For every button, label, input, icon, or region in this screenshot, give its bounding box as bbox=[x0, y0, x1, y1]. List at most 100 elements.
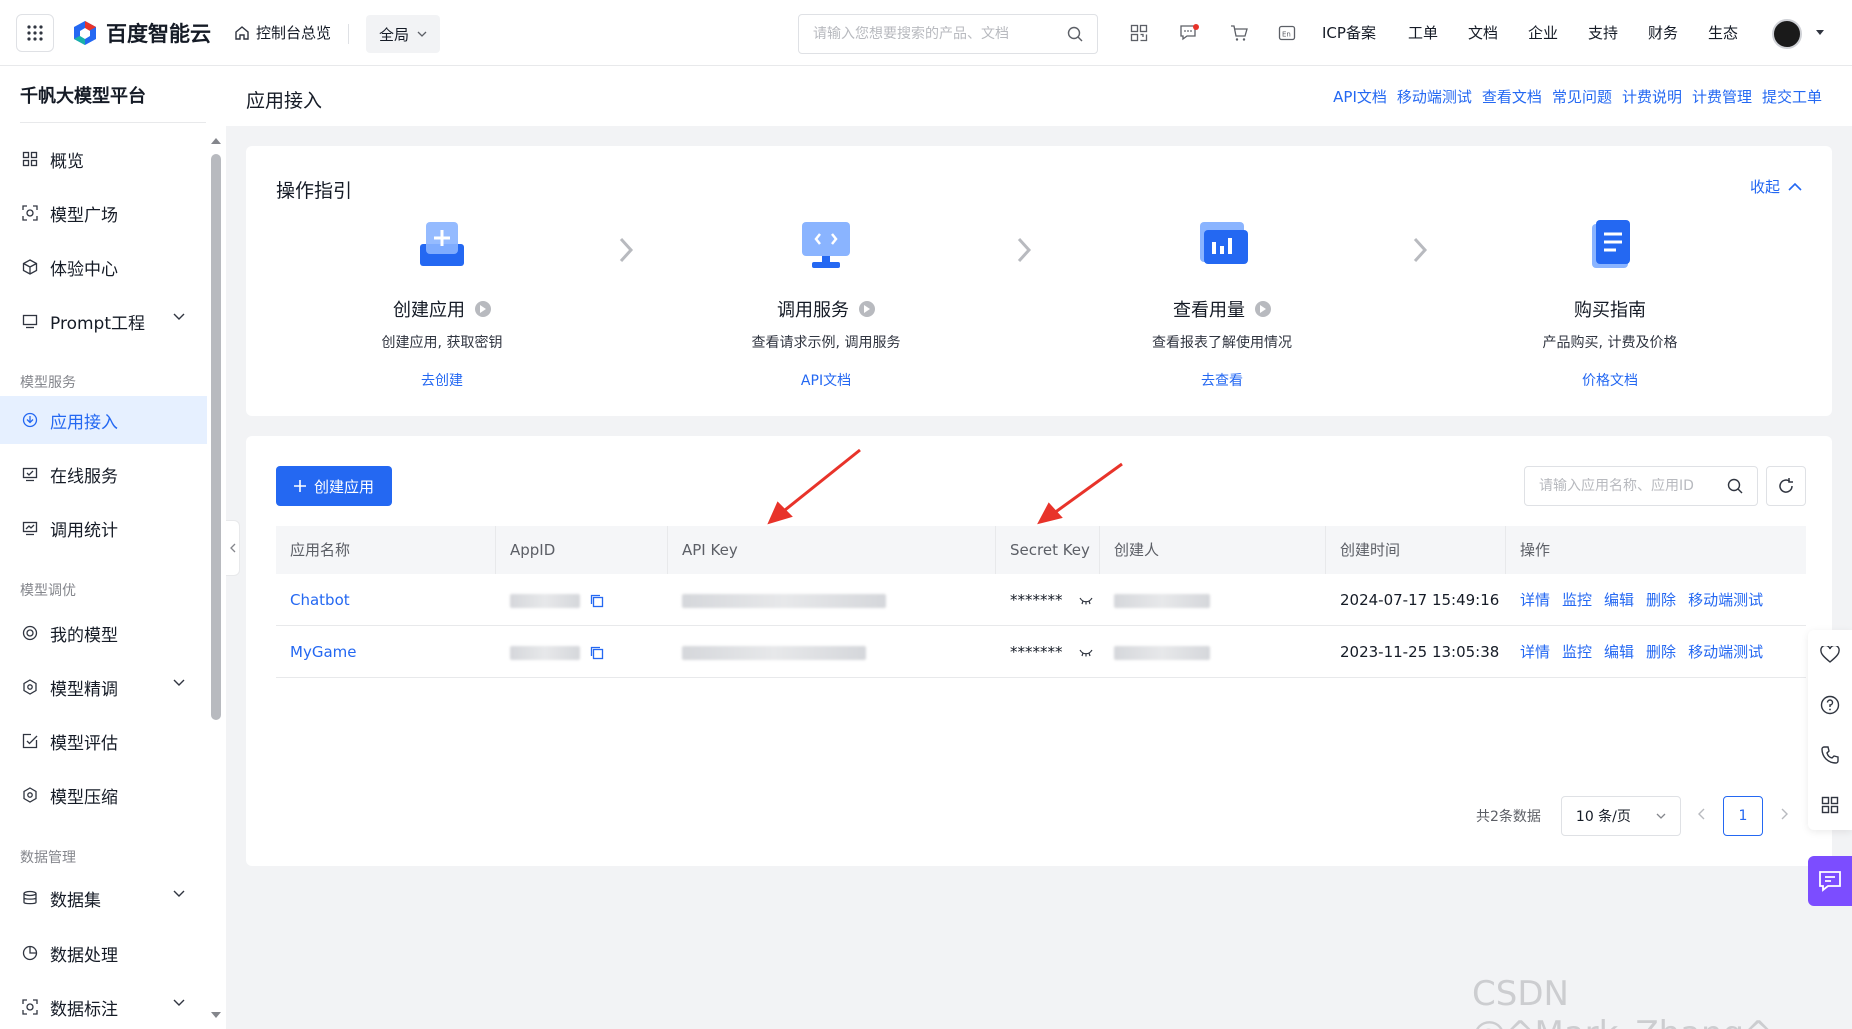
chevron-right-icon bbox=[1017, 237, 1032, 263]
favorite-icon[interactable] bbox=[1819, 644, 1841, 666]
chevron-down-icon bbox=[173, 890, 185, 897]
action-mobile-test[interactable]: 移动端测试 bbox=[1688, 591, 1763, 609]
sidebar-item-fine-tune[interactable]: 模型精调 bbox=[0, 663, 207, 711]
global-search[interactable] bbox=[798, 14, 1098, 54]
action-mobile-test[interactable]: 移动端测试 bbox=[1688, 643, 1763, 661]
chat-button[interactable] bbox=[1808, 856, 1852, 906]
nav-finance[interactable]: 财务 bbox=[1648, 22, 1708, 43]
sidebar-item-app-access[interactable]: 应用接入 bbox=[0, 396, 207, 444]
sidebar-item-call-stats[interactable]: 调用统计 bbox=[0, 504, 207, 552]
scroll-up-icon[interactable] bbox=[210, 136, 222, 146]
action-delete[interactable]: 删除 bbox=[1646, 643, 1676, 661]
play-icon[interactable] bbox=[1255, 301, 1271, 317]
sidebar-item-my-models[interactable]: 我的模型 bbox=[0, 609, 207, 657]
action-detail[interactable]: 详情 bbox=[1520, 591, 1550, 609]
action-edit[interactable]: 编辑 bbox=[1604, 643, 1634, 661]
app-name-link[interactable]: Chatbot bbox=[276, 574, 350, 626]
app-search-input[interactable] bbox=[1539, 478, 1719, 494]
global-search-input[interactable] bbox=[813, 26, 1053, 42]
creator-cell bbox=[1100, 574, 1210, 626]
sidebar-item-online-service[interactable]: 在线服务 bbox=[0, 450, 207, 498]
play-icon[interactable] bbox=[475, 301, 491, 317]
message-icon[interactable] bbox=[1178, 22, 1200, 44]
cart-icon[interactable] bbox=[1228, 22, 1250, 44]
online-service-icon bbox=[22, 467, 38, 482]
sidebar-item-label: 数据标注 bbox=[50, 999, 118, 1020]
sidebar-item-evaluation[interactable]: 模型评估 bbox=[0, 717, 207, 765]
language-icon[interactable]: En bbox=[1276, 22, 1298, 44]
link-faq[interactable]: 常见问题 bbox=[1552, 86, 1612, 107]
action-monitor[interactable]: 监控 bbox=[1562, 643, 1592, 661]
sidebar-item-overview[interactable]: 概览 bbox=[0, 135, 207, 183]
create-app-label: 创建应用 bbox=[313, 477, 374, 496]
app-grid-button[interactable] bbox=[16, 14, 54, 52]
collapse-guide-button[interactable]: 收起 bbox=[1750, 176, 1802, 197]
console-home-link[interactable]: 控制台总览 bbox=[234, 22, 331, 43]
sidebar-item-label: 模型评估 bbox=[50, 733, 118, 754]
link-mobile-test[interactable]: 移动端测试 bbox=[1397, 86, 1472, 107]
sidebar-item-model-square[interactable]: 模型广场 bbox=[0, 189, 207, 237]
nav-enterprise[interactable]: 企业 bbox=[1528, 22, 1588, 43]
eye-closed-icon[interactable] bbox=[1078, 649, 1093, 657]
refresh-button[interactable] bbox=[1766, 466, 1806, 506]
apps-icon[interactable] bbox=[1819, 794, 1841, 816]
link-view-docs[interactable]: 查看文档 bbox=[1482, 86, 1542, 107]
search-icon[interactable] bbox=[1727, 478, 1743, 494]
step-link-pricing[interactable]: 价格文档 bbox=[1490, 370, 1730, 390]
link-billing-info[interactable]: 计费说明 bbox=[1622, 86, 1682, 107]
pager-prev-button[interactable] bbox=[1687, 808, 1717, 824]
help-icon[interactable] bbox=[1819, 694, 1841, 716]
step-desc: 查看报表了解使用情况 bbox=[1152, 335, 1292, 351]
sidebar-item-prompt[interactable]: Prompt工程 bbox=[0, 297, 207, 345]
scope-select[interactable]: 全局 bbox=[366, 15, 440, 53]
page-size-label: 10 条/页 bbox=[1575, 809, 1631, 825]
nav-icp[interactable]: ICP备案 bbox=[1322, 22, 1408, 43]
avatar[interactable] bbox=[1772, 19, 1802, 49]
chevron-down-icon bbox=[417, 31, 427, 37]
sidebar-collapse-handle[interactable] bbox=[226, 520, 240, 576]
caret-down-icon[interactable] bbox=[1814, 26, 1826, 38]
sidebar-scrollbar[interactable] bbox=[211, 154, 221, 720]
copy-icon[interactable] bbox=[590, 594, 604, 608]
brand-logo[interactable]: 百度智能云 bbox=[72, 18, 211, 48]
action-edit[interactable]: 编辑 bbox=[1604, 591, 1634, 609]
link-submit-ticket[interactable]: 提交工单 bbox=[1762, 86, 1822, 107]
qrcode-icon[interactable] bbox=[1128, 22, 1150, 44]
play-icon[interactable] bbox=[859, 301, 875, 317]
sidebar-item-experience[interactable]: 体验中心 bbox=[0, 243, 207, 291]
chevron-left-icon bbox=[229, 543, 235, 553]
sidebar-item-label: 模型精调 bbox=[50, 679, 118, 700]
search-icon[interactable] bbox=[1067, 26, 1083, 42]
app-name-link[interactable]: MyGame bbox=[276, 626, 356, 678]
copy-icon[interactable] bbox=[590, 646, 604, 660]
create-app-icon bbox=[420, 222, 464, 266]
eye-closed-icon[interactable] bbox=[1078, 597, 1093, 605]
phone-icon[interactable] bbox=[1819, 744, 1841, 766]
sidebar-item-data-label[interactable]: 数据标注 bbox=[0, 983, 207, 1029]
page-size-select[interactable]: 10 条/页 bbox=[1560, 796, 1681, 836]
action-detail[interactable]: 详情 bbox=[1520, 643, 1550, 661]
nav-ecosystem[interactable]: 生态 bbox=[1708, 22, 1758, 43]
action-delete[interactable]: 删除 bbox=[1646, 591, 1676, 609]
sidebar-item-datasets[interactable]: 数据集 bbox=[0, 874, 207, 922]
pager-page-current[interactable]: 1 bbox=[1722, 796, 1763, 836]
app-search[interactable] bbox=[1524, 466, 1758, 506]
scroll-down-icon[interactable] bbox=[210, 1010, 222, 1020]
create-app-button[interactable]: 创建应用 bbox=[276, 466, 392, 506]
floating-toolbar bbox=[1808, 630, 1852, 830]
sidebar-item-compress[interactable]: 模型压缩 bbox=[0, 771, 207, 819]
step-link-api-docs[interactable]: API文档 bbox=[706, 370, 946, 390]
pager-next-button[interactable] bbox=[1769, 808, 1799, 824]
data-process-icon bbox=[22, 945, 38, 961]
link-billing-manage[interactable]: 计费管理 bbox=[1692, 86, 1752, 107]
nav-support[interactable]: 支持 bbox=[1588, 22, 1648, 43]
masked-value bbox=[510, 645, 580, 660]
nav-ticket[interactable]: 工单 bbox=[1408, 22, 1468, 43]
step-link-view[interactable]: 去查看 bbox=[1102, 370, 1342, 390]
step-link-create[interactable]: 去创建 bbox=[322, 370, 562, 390]
fine-tune-icon bbox=[23, 679, 37, 695]
nav-docs[interactable]: 文档 bbox=[1468, 22, 1528, 43]
link-api-docs[interactable]: API文档 bbox=[1333, 86, 1387, 107]
action-monitor[interactable]: 监控 bbox=[1562, 591, 1592, 609]
sidebar-item-data-process[interactable]: 数据处理 bbox=[0, 929, 207, 977]
